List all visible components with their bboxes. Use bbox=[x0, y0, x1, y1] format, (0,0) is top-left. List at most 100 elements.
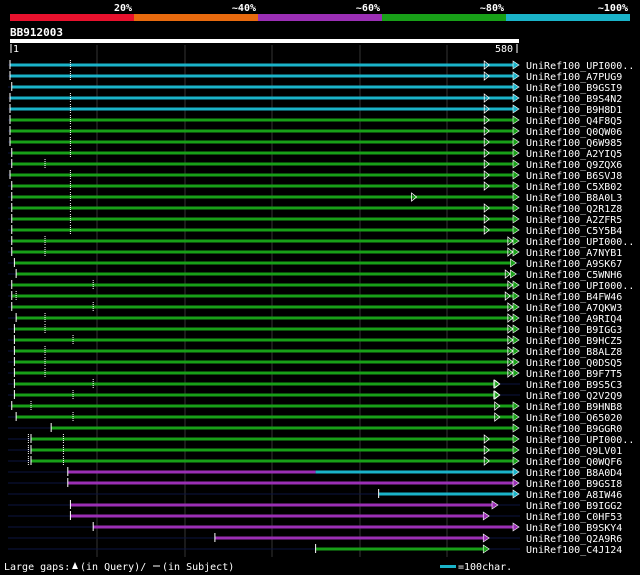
hit-row[interactable]: UniRef100_B9F7T5 bbox=[8, 368, 622, 380]
hit-row[interactable]: UniRef100_B9GGR0 bbox=[8, 423, 622, 435]
hit-row[interactable]: UniRef100_Q0DSQ5 bbox=[8, 357, 622, 369]
hit-end-arrow-icon bbox=[512, 302, 520, 312]
hit-row[interactable]: UniRef100_C5WNH6 bbox=[8, 269, 622, 281]
hit-row[interactable]: UniRef100_B9S4N2 bbox=[8, 93, 622, 105]
hit-name[interactable]: UniRef100_UPI000.. bbox=[526, 61, 634, 72]
hit-row[interactable]: UniRef100_Q6W985 bbox=[8, 137, 622, 149]
query-bar bbox=[10, 39, 519, 43]
hit-row[interactable]: UniRef100_B9H8D1 bbox=[8, 104, 622, 116]
hit-name[interactable]: UniRef100_Q6W985 bbox=[526, 138, 622, 149]
hit-row[interactable]: UniRef100_C0HF53 bbox=[8, 511, 622, 523]
hit-row[interactable]: UniRef100_C5XB02 bbox=[8, 181, 622, 193]
hit-name[interactable]: UniRef100_B9S4N2 bbox=[526, 94, 622, 105]
hit-end-arrow-icon bbox=[512, 181, 520, 191]
hit-name[interactable]: UniRef100_A2YIQ5 bbox=[526, 149, 622, 160]
query-end-label: 580 bbox=[495, 44, 513, 55]
hit-row[interactable]: UniRef100_C5Y5B4 bbox=[8, 225, 622, 237]
hit-name[interactable]: UniRef100_UPI000.. bbox=[526, 281, 634, 292]
hit-row[interactable]: UniRef100_B9SKY4 bbox=[8, 522, 622, 534]
hit-name[interactable]: UniRef100_C5WNH6 bbox=[526, 270, 622, 281]
hit-name[interactable]: UniRef100_C4J124 bbox=[526, 545, 622, 556]
hit-name[interactable]: UniRef100_Q0QW06 bbox=[526, 127, 622, 138]
hit-name[interactable]: UniRef100_B9IGG2 bbox=[526, 501, 622, 512]
hit-name[interactable]: UniRef100_B9GGR0 bbox=[526, 424, 622, 435]
hit-row[interactable]: UniRef100_B9GSI8 bbox=[8, 478, 622, 490]
hit-end-arrow-icon bbox=[512, 412, 520, 422]
hit-name[interactable]: UniRef100_A2ZFR5 bbox=[526, 215, 622, 226]
hit-row[interactable]: UniRef100_B9IGG2 bbox=[8, 500, 622, 512]
hit-row[interactable]: UniRef100_Q2R1Z8 bbox=[8, 203, 622, 215]
hit-name[interactable]: UniRef100_B9H8D1 bbox=[526, 105, 622, 116]
hit-row[interactable]: UniRef100_B8A0D4 bbox=[8, 467, 622, 479]
hit-name[interactable]: UniRef100_Q65020 bbox=[526, 413, 622, 424]
hit-name[interactable]: UniRef100_B6SVJ8 bbox=[526, 171, 622, 182]
hit-name[interactable]: UniRef100_Q0WQF6 bbox=[526, 457, 622, 468]
hit-name[interactable]: UniRef100_A7NYB1 bbox=[526, 248, 622, 259]
hit-name[interactable]: UniRef100_B9GSI9 bbox=[526, 83, 622, 94]
hit-row[interactable]: UniRef100_C4J124 bbox=[8, 544, 622, 556]
hit-end-arrow-icon bbox=[512, 225, 520, 235]
hit-row[interactable]: UniRef100_B8A0L3 bbox=[8, 192, 622, 204]
hit-row[interactable]: UniRef100_A8IW46 bbox=[8, 489, 622, 501]
hit-row[interactable]: UniRef100_Q9LV01 bbox=[8, 445, 622, 457]
hit-row[interactable]: UniRef100_A7QKW3 bbox=[8, 302, 622, 314]
hit-name[interactable]: UniRef100_B9HNB8 bbox=[526, 402, 622, 413]
hit-name[interactable]: UniRef100_B8ALZ8 bbox=[526, 347, 622, 358]
hit-row[interactable]: UniRef100_Q4F8Q5 bbox=[8, 115, 622, 127]
hit-name[interactable]: UniRef100_C5XB02 bbox=[526, 182, 622, 193]
hit-row[interactable]: UniRef100_UPI000.. bbox=[8, 280, 634, 292]
hit-row[interactable]: UniRef100_A9RIQ4 bbox=[8, 313, 622, 325]
hit-name[interactable]: UniRef100_Q9LV01 bbox=[526, 446, 622, 457]
hit-name[interactable]: UniRef100_B9F7T5 bbox=[526, 369, 622, 380]
hit-name[interactable]: UniRef100_B9S5C3 bbox=[526, 380, 622, 391]
hit-row[interactable]: UniRef100_Q65020 bbox=[8, 412, 622, 424]
hit-name[interactable]: UniRef100_B8A0L3 bbox=[526, 193, 622, 204]
hit-row[interactable]: UniRef100_B9IGG3 bbox=[8, 324, 622, 336]
hit-row[interactable]: UniRef100_B9GSI9 bbox=[8, 82, 622, 94]
hit-row[interactable]: UniRef100_A2ZFR5 bbox=[8, 214, 622, 226]
hit-name[interactable]: UniRef100_B9IGG3 bbox=[526, 325, 622, 336]
hit-end-arrow-icon bbox=[512, 291, 520, 301]
hit-row[interactable]: UniRef100_B9S5C3 bbox=[8, 379, 622, 391]
hit-row[interactable]: UniRef100_B9HNB8 bbox=[8, 401, 622, 413]
hit-row[interactable]: UniRef100_B6SVJ8 bbox=[8, 170, 622, 182]
hit-name[interactable]: UniRef100_B4FW46 bbox=[526, 292, 622, 303]
hit-name[interactable]: UniRef100_C5Y5B4 bbox=[526, 226, 622, 237]
hit-row[interactable]: UniRef100_B4FW46 bbox=[8, 291, 622, 303]
hit-name[interactable]: UniRef100_B9SKY4 bbox=[526, 523, 622, 534]
hit-name[interactable]: UniRef100_Q2A9R6 bbox=[526, 534, 622, 545]
hit-name[interactable]: UniRef100_B9GSI8 bbox=[526, 479, 622, 490]
hit-name[interactable]: UniRef100_A8IW46 bbox=[526, 490, 622, 501]
hit-row[interactable]: UniRef100_Q2A9R6 bbox=[8, 533, 622, 545]
hit-name[interactable]: UniRef100_A7QKW3 bbox=[526, 303, 622, 314]
hit-row[interactable]: UniRef100_A2YIQ5 bbox=[8, 148, 622, 160]
hit-row[interactable]: UniRef100_UPI000.. bbox=[8, 236, 634, 248]
hit-name[interactable]: UniRef100_A9SK67 bbox=[526, 259, 622, 270]
hit-name[interactable]: UniRef100_Q2R1Z8 bbox=[526, 204, 622, 215]
hit-name[interactable]: UniRef100_Q4F8Q5 bbox=[526, 116, 622, 127]
legend-swatch-3 bbox=[258, 14, 382, 21]
hit-row[interactable]: UniRef100_A7PUG9 bbox=[8, 71, 622, 83]
hit-row[interactable]: UniRef100_A9SK67 bbox=[8, 258, 622, 270]
hit-row[interactable]: UniRef100_UPI000.. bbox=[8, 60, 634, 72]
hit-row[interactable]: UniRef100_B9HCZ5 bbox=[8, 335, 622, 347]
hit-row[interactable]: UniRef100_UPI000.. bbox=[8, 434, 634, 446]
grid-lines bbox=[96, 45, 448, 557]
hit-row[interactable]: UniRef100_Q2V2Q9 bbox=[8, 390, 622, 402]
hit-name[interactable]: UniRef100_Q2V2Q9 bbox=[526, 391, 622, 402]
hit-name[interactable]: UniRef100_UPI000.. bbox=[526, 237, 634, 248]
hit-row[interactable]: UniRef100_Q9ZQX6 bbox=[8, 159, 622, 171]
hit-name[interactable]: UniRef100_B9HCZ5 bbox=[526, 336, 622, 347]
hit-name[interactable]: UniRef100_A7PUG9 bbox=[526, 72, 622, 83]
hit-name[interactable]: UniRef100_Q0DSQ5 bbox=[526, 358, 622, 369]
hit-name[interactable]: UniRef100_Q9ZQX6 bbox=[526, 160, 622, 171]
hit-row[interactable]: UniRef100_Q0QW06 bbox=[8, 126, 622, 138]
hit-name[interactable]: UniRef100_A9RIQ4 bbox=[526, 314, 622, 325]
hit-row[interactable]: UniRef100_B8ALZ8 bbox=[8, 346, 622, 358]
hit-name[interactable]: UniRef100_C0HF53 bbox=[526, 512, 622, 523]
hit-row[interactable]: UniRef100_A7NYB1 bbox=[8, 247, 622, 259]
hit-name[interactable]: UniRef100_B8A0D4 bbox=[526, 468, 622, 479]
hit-name[interactable]: UniRef100_UPI000.. bbox=[526, 435, 634, 446]
hit-row[interactable]: UniRef100_Q0WQF6 bbox=[8, 456, 622, 468]
hit-end-arrow-icon bbox=[482, 544, 490, 554]
